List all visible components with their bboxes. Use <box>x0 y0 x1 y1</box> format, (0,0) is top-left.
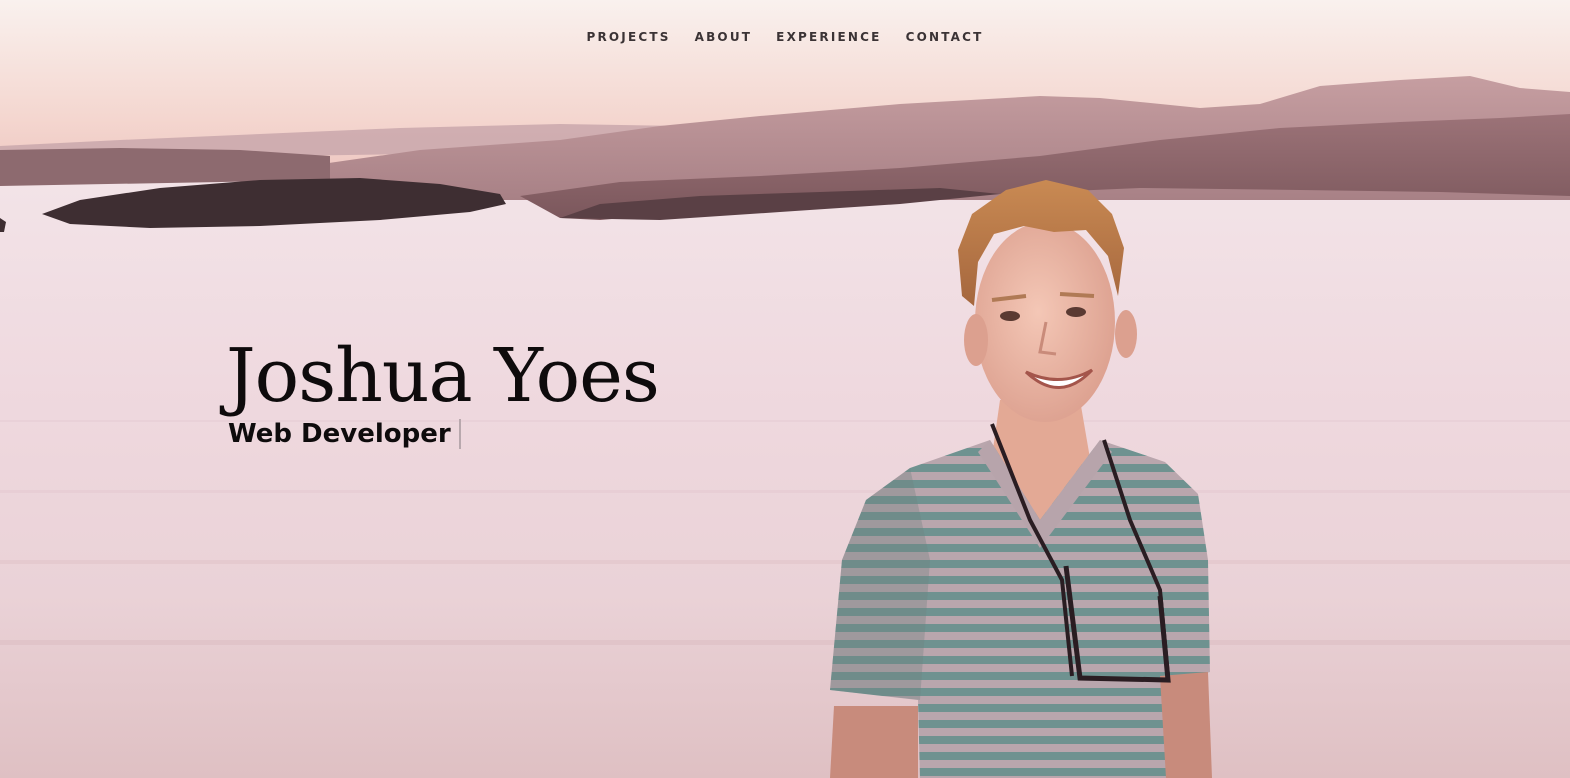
typing-cursor <box>458 419 461 449</box>
hero-role: Web Developer <box>228 416 461 452</box>
main-nav: PROJECTS ABOUT EXPERIENCE CONTACT <box>0 28 1570 46</box>
hero-section: PROJECTS ABOUT EXPERIENCE CONTACT Joshua… <box>0 0 1570 778</box>
nav-link-about[interactable]: ABOUT <box>695 28 753 46</box>
hero-name: Joshua Yoes <box>226 333 660 419</box>
nav-link-projects[interactable]: PROJECTS <box>586 28 670 46</box>
nav-link-experience[interactable]: EXPERIENCE <box>776 28 881 46</box>
nav-link-contact[interactable]: CONTACT <box>906 28 984 46</box>
hero-role-text: Web Developer <box>228 419 451 449</box>
